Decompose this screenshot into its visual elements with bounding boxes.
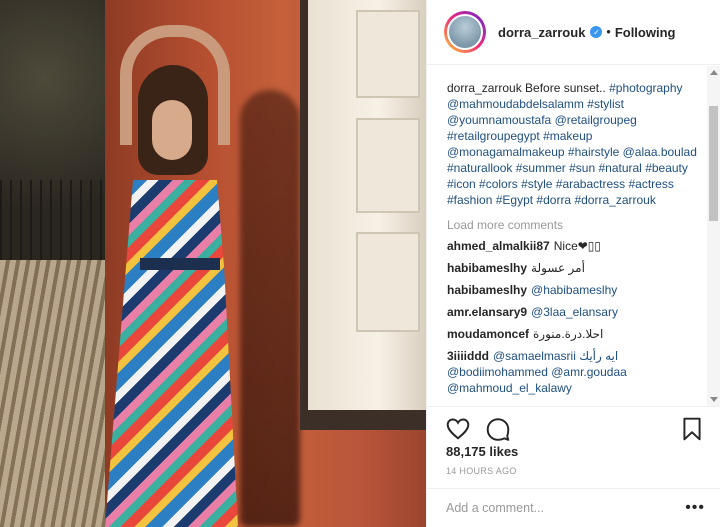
load-more-comments-button[interactable]: Load more comments xyxy=(447,218,705,232)
more-options-icon[interactable]: ••• xyxy=(685,499,705,517)
header-username[interactable]: dorra_zarrouk xyxy=(498,25,585,40)
shutter-panel xyxy=(356,232,420,332)
comment-text: احلا.درة.منورة xyxy=(533,327,604,341)
dress-belt xyxy=(140,258,220,270)
likes-count[interactable]: 88,175 likes xyxy=(446,444,518,459)
comment-row: moudamoncef احلا.درة.منورة xyxy=(447,326,705,342)
add-comment-bar: ••• xyxy=(427,488,720,527)
caption-tag-link[interactable]: @youmnamoustafa xyxy=(447,113,551,127)
caption-tag-link[interactable]: #stylist xyxy=(587,97,624,111)
caption-tag-link[interactable]: #icon xyxy=(447,177,476,191)
scroll-up-icon[interactable] xyxy=(710,70,718,75)
shutter-panel xyxy=(356,10,420,98)
caption-tag-link[interactable]: @retailgroupeg xyxy=(555,113,637,127)
striped-dress xyxy=(105,180,238,527)
comment-username[interactable]: ahmed_almalkii87 xyxy=(447,239,550,253)
verified-badge-icon: ✓ xyxy=(590,26,603,38)
comment-text: Nice❤▯▯ xyxy=(553,239,602,253)
caption-tag-link[interactable]: #style xyxy=(521,177,552,191)
bookmark-icon[interactable] xyxy=(679,416,705,442)
comments-scrollbar[interactable] xyxy=(707,66,720,406)
post-info-panel: dorra_zarrouk ✓ • Following dorra_zarrou… xyxy=(426,0,720,527)
post-photo[interactable] xyxy=(0,0,426,527)
caption-tag-link[interactable]: @mahmoudabdelsalamm xyxy=(447,97,584,111)
caption-tag-link[interactable]: #naturallook xyxy=(447,161,512,175)
comments-list[interactable]: dorra_zarrouk Before sunset.. #photograp… xyxy=(427,66,720,406)
model-figure xyxy=(100,20,260,527)
caption-tag-link[interactable]: #summer xyxy=(516,161,566,175)
caption-tags: #photography @mahmoudabdelsalamm #stylis… xyxy=(447,81,697,207)
comment-row: 3iiiiddd @samaelmasrii ايه رأيك @bodiimoh… xyxy=(447,348,705,396)
caption-tag-link[interactable]: @monagamalmakeup xyxy=(447,145,565,159)
comment-bubble-icon[interactable] xyxy=(485,416,511,442)
shutter-panel xyxy=(356,118,420,213)
separator-dot: • xyxy=(606,25,611,39)
caption-tag-link[interactable]: #makeup xyxy=(543,129,592,143)
caption-username[interactable]: dorra_zarrouk xyxy=(447,81,522,95)
comment-username[interactable]: amr.elansary9 xyxy=(447,305,527,319)
post-timestamp[interactable]: 14 HOURS AGO xyxy=(446,466,517,476)
comment-text: أمر عسولة xyxy=(531,261,585,275)
model-face xyxy=(152,100,192,160)
comment-row: amr.elansary9 @3laa_elansary xyxy=(447,304,705,320)
comment-input[interactable] xyxy=(446,501,686,515)
caption-tag-link[interactable]: #fashion xyxy=(447,193,492,207)
comment-row: habibameslhy @habibameslhy xyxy=(447,282,705,298)
post-caption: dorra_zarrouk Before sunset.. #photograp… xyxy=(447,80,705,208)
caption-tag-link[interactable]: #natural xyxy=(598,161,641,175)
heart-icon[interactable] xyxy=(445,416,471,442)
instagram-post: dorra_zarrouk ✓ • Following dorra_zarrou… xyxy=(0,0,720,527)
action-bar xyxy=(427,406,720,444)
comment-username[interactable]: moudamoncef xyxy=(447,327,529,341)
window-shutter xyxy=(308,0,426,410)
following-button[interactable]: Following xyxy=(615,25,676,40)
caption-tag-link[interactable]: #actress xyxy=(628,177,673,191)
comment-text: @3laa_elansary xyxy=(531,305,618,319)
caption-tag-link[interactable]: #Egypt xyxy=(496,193,533,207)
caption-tag-link[interactable]: #hairstyle xyxy=(568,145,619,159)
scroll-down-icon[interactable] xyxy=(710,397,718,402)
caption-tag-link[interactable]: #photography xyxy=(609,81,682,95)
comment-username[interactable]: habibameslhy xyxy=(447,283,527,297)
caption-text: Before sunset.. xyxy=(525,81,606,95)
comment-text: @habibameslhy xyxy=(531,283,618,297)
story-ring[interactable] xyxy=(444,11,486,53)
avatar[interactable] xyxy=(447,14,483,50)
caption-tag-link[interactable]: @alaa.boulad xyxy=(623,145,697,159)
scrollbar-thumb[interactable] xyxy=(709,106,718,221)
caption-tag-link[interactable]: #retailgroupegypt xyxy=(447,129,540,143)
comment-username[interactable]: 3iiiiddd xyxy=(447,349,489,363)
comment-row: ahmed_almalkii87 Nice❤▯▯ xyxy=(447,238,705,254)
caption-tag-link[interactable]: #dorra_zarrouk xyxy=(574,193,655,207)
caption-tag-link[interactable]: #sun xyxy=(569,161,595,175)
caption-tag-link[interactable]: #beauty xyxy=(645,161,688,175)
caption-tag-link[interactable]: #arabactress xyxy=(556,177,625,191)
comment-row: habibameslhy أمر عسولة xyxy=(447,260,705,276)
caption-tag-link[interactable]: #dorra xyxy=(536,193,571,207)
caption-tag-link[interactable]: #colors xyxy=(479,177,518,191)
comment-entries: ahmed_almalkii87 Nice❤▯▯ habibameslhy أمر ع… xyxy=(447,238,705,396)
comment-username[interactable]: habibameslhy xyxy=(447,261,527,275)
post-header: dorra_zarrouk ✓ • Following xyxy=(427,0,720,65)
